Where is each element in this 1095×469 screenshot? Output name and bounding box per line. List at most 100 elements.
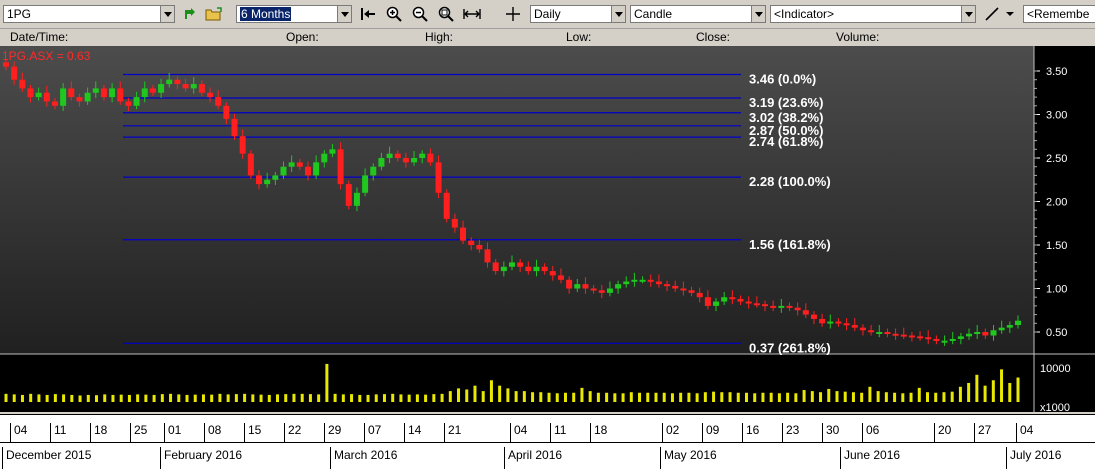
volume-bar (991, 380, 995, 402)
open-folder-icon[interactable] (205, 5, 223, 23)
volume-bar (424, 394, 428, 402)
volume-bar (712, 391, 716, 402)
fib-level-label: 0.37 (261.8%) (749, 340, 831, 355)
fit-width-icon[interactable] (463, 5, 481, 23)
series-label: 1PG.ASX = 0.63 (2, 49, 91, 63)
quote-header: Date/Time: Open: High: Low: Close: Volum… (0, 29, 1095, 46)
fib-level-label: 3.19 (23.6%) (749, 95, 823, 110)
down-candle (435, 162, 442, 193)
down-candle (549, 271, 556, 276)
volume-bar (103, 394, 107, 402)
high-label: High: (425, 30, 454, 44)
down-candle (672, 285, 679, 289)
chart-style-combo[interactable]: Candle (630, 5, 766, 23)
up-candle (500, 266, 507, 272)
volume-bar (827, 388, 831, 402)
indicator-combo[interactable]: <Indicator> (770, 5, 976, 23)
up-candle (998, 327, 1005, 331)
chart-application: 1PG 6 Months Daily Candle <Indicator> <R… (0, 0, 1095, 469)
refresh-icon[interactable] (181, 5, 199, 23)
up-candle (876, 332, 883, 334)
volume-bar (687, 392, 691, 402)
volume-bar (465, 389, 469, 402)
volume-bar (950, 391, 954, 402)
period-combo[interactable]: 6 Months (236, 5, 352, 23)
volume-bar (210, 394, 214, 402)
price-chart-svg[interactable]: 3.46 (0.0%)3.19 (23.6%)3.02 (38.2%)2.87 … (0, 46, 1095, 414)
down-candle (304, 166, 311, 176)
volume-bar (53, 394, 57, 402)
zoom-in-icon[interactable] (385, 5, 403, 23)
volume-bar (580, 387, 584, 402)
remember-value: <Remembe (1027, 7, 1090, 21)
down-candle (239, 136, 246, 154)
volume-bar (736, 392, 740, 402)
up-candle (411, 158, 418, 163)
day-tick-label: 04 (10, 423, 27, 443)
up-candle (84, 92, 91, 102)
down-candle (982, 332, 989, 336)
month-axis: December 2015 February 2016 March 2016 Apri… (0, 442, 1095, 469)
volume-bar (572, 392, 576, 402)
zoom-fit-icon[interactable] (437, 5, 455, 23)
chevron-down-icon[interactable] (1003, 5, 1017, 23)
close-label: Close: (696, 30, 731, 44)
chevron-down-icon[interactable] (160, 6, 174, 22)
price-tick-label: 3.00 (1046, 110, 1067, 122)
zoom-out-icon[interactable] (411, 5, 429, 23)
open-label: Open: (286, 30, 319, 44)
down-candle (900, 334, 907, 337)
chevron-down-icon[interactable] (611, 6, 625, 22)
chevron-down-icon[interactable] (961, 6, 975, 22)
price-tick-label: 1.00 (1046, 284, 1067, 296)
day-tick-label: 06 (862, 423, 879, 443)
volume-bar (136, 394, 140, 402)
interval-combo[interactable]: Daily (530, 5, 626, 23)
go-to-start-icon[interactable] (359, 5, 377, 23)
up-candle (190, 84, 197, 89)
up-candle (321, 153, 328, 163)
interval-value: Daily (534, 7, 561, 21)
volume-pane (0, 354, 1034, 412)
crosshair-icon[interactable] (504, 5, 522, 23)
volume-bar (325, 363, 329, 402)
up-candle (378, 158, 385, 167)
down-candle (231, 118, 238, 137)
down-candle (688, 290, 695, 293)
volume-bar (975, 374, 979, 402)
chevron-down-icon[interactable] (337, 6, 351, 22)
volume-bar (78, 395, 82, 402)
down-candle (247, 153, 254, 176)
up-candle (957, 336, 964, 339)
down-candle (786, 305, 793, 308)
price-chart[interactable]: 3.46 (0.0%) 3.19 (23.6%) 3.02 (38.2%) 2.87 … (0, 46, 1095, 414)
down-candle (541, 266, 548, 272)
down-candle (851, 325, 858, 328)
down-candle (223, 105, 230, 119)
down-candle (835, 321, 842, 324)
down-candle (810, 314, 817, 319)
up-candle (92, 88, 99, 93)
volume-bar (761, 392, 765, 402)
volume-bar (901, 393, 905, 402)
month-tick-label: June 2016 (840, 447, 900, 469)
symbol-combo[interactable]: 1PG (3, 5, 175, 23)
remember-combo[interactable]: <Remembe (1023, 5, 1095, 23)
volume-bar (794, 393, 798, 402)
chevron-down-icon[interactable] (751, 6, 765, 22)
down-candle (19, 79, 26, 89)
volume-bar (243, 393, 247, 402)
up-candle (631, 279, 638, 282)
volume-bar (646, 392, 650, 402)
down-candle (451, 218, 458, 228)
volume-bar (111, 394, 115, 402)
draw-line-icon[interactable] (983, 5, 1001, 23)
up-candle (109, 88, 116, 98)
volume-bar (292, 393, 296, 402)
volume-bar (744, 392, 748, 402)
volume-bar (909, 392, 913, 402)
day-axis: 04 11 18 25 01 08 15 22 29 07 14 21 04 11 18 02 09 16 23 30… (0, 414, 1095, 443)
up-candle (386, 153, 393, 158)
volume-bar (605, 392, 609, 402)
month-tick-label: March 2016 (330, 447, 397, 469)
